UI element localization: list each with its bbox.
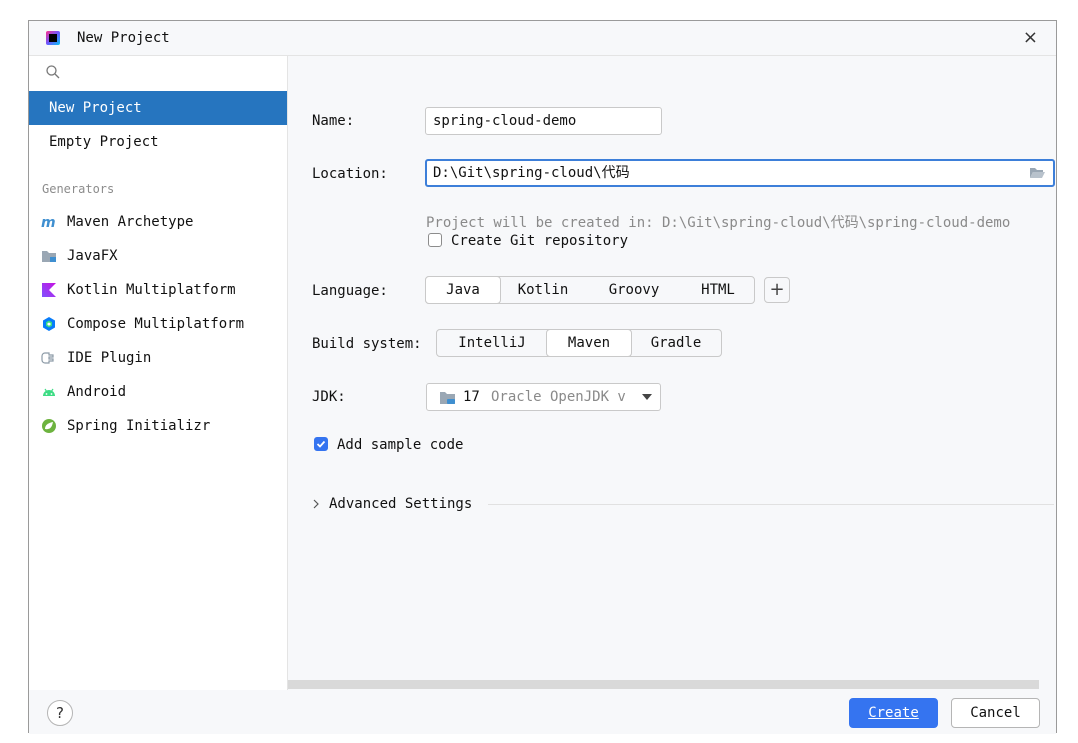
spring-icon xyxy=(42,419,56,433)
create-button-label: Create xyxy=(868,705,919,721)
sidebar-item-maven-archetype[interactable]: m Maven Archetype xyxy=(29,205,287,239)
sidebar-item-label: Spring Initializr xyxy=(67,418,211,434)
android-icon xyxy=(43,388,55,396)
add-language-button[interactable]: + xyxy=(764,277,790,303)
git-checkbox[interactable] xyxy=(428,233,442,247)
sidebar-item-label: Kotlin Multiplatform xyxy=(67,282,236,298)
browse-folder-icon[interactable] xyxy=(1029,166,1045,180)
horizontal-scrollbar[interactable] xyxy=(288,680,1039,689)
build-option-gradle[interactable]: Gradle xyxy=(631,330,721,356)
build-system-label: Build system: xyxy=(312,336,422,352)
sample-code-label: Add sample code xyxy=(337,437,464,453)
sidebar-item-javafx[interactable]: JavaFX xyxy=(29,239,287,273)
sidebar-item-spring-initializr[interactable]: Spring Initializr xyxy=(29,409,287,443)
jdk-version: 17 xyxy=(463,389,480,405)
language-label: Language: xyxy=(312,283,388,299)
sidebar-item-label: Empty Project xyxy=(49,134,159,150)
git-label: Create Git repository xyxy=(451,233,629,249)
build-system-selector: IntelliJ Maven Gradle xyxy=(436,329,722,357)
sidebar-item-label: New Project xyxy=(49,100,142,116)
compose-icon xyxy=(43,317,55,331)
advanced-divider xyxy=(488,504,1054,505)
cancel-button[interactable]: Cancel xyxy=(951,698,1040,728)
location-hint: Project will be created in: D:\Git\sprin… xyxy=(426,215,1011,231)
sidebar-item-label: JavaFX xyxy=(67,248,118,264)
jdk-name: Oracle OpenJDK v xyxy=(491,389,626,405)
close-button[interactable]: × xyxy=(1023,27,1038,48)
dialog-title: New Project xyxy=(77,30,170,46)
new-project-dialog: New Project × New Project Empty Project … xyxy=(28,20,1057,734)
location-input[interactable]: D:\Git\spring-cloud\代码 xyxy=(425,159,1055,187)
chevron-right-icon xyxy=(313,499,319,509)
help-button[interactable]: ? xyxy=(47,700,73,726)
jdk-label: JDK: xyxy=(312,389,346,405)
sidebar-item-label: Compose Multiplatform xyxy=(67,316,245,332)
advanced-settings-label: Advanced Settings xyxy=(329,496,473,512)
sidebar-item-label: Android xyxy=(67,384,127,400)
sample-code-checkbox[interactable] xyxy=(314,437,328,451)
location-value: D:\Git\spring-cloud\代码 xyxy=(433,165,630,181)
search-icon[interactable] xyxy=(45,64,61,80)
project-type-sidebar: New Project Empty Project Generators m M… xyxy=(29,56,288,690)
name-input[interactable]: spring-cloud-demo xyxy=(425,107,662,135)
dialog-footer: ? Create Cancel xyxy=(29,690,1056,734)
language-option-groovy[interactable]: Groovy xyxy=(586,277,682,303)
sidebar-item-kotlin-multiplatform[interactable]: Kotlin Multiplatform xyxy=(29,273,287,307)
intellij-app-icon xyxy=(46,31,60,45)
generators-header: Generators xyxy=(42,182,115,196)
build-option-intellij[interactable]: IntelliJ xyxy=(437,330,547,356)
maven-icon: m xyxy=(41,215,56,230)
sidebar-item-label: Maven Archetype xyxy=(67,214,194,230)
kotlin-icon xyxy=(42,283,56,297)
sidebar-item-label: IDE Plugin xyxy=(67,350,152,366)
sidebar-item-empty-project[interactable]: Empty Project xyxy=(29,125,287,159)
svg-text:m: m xyxy=(41,215,56,230)
jdk-dropdown[interactable]: 17 Oracle OpenJDK v xyxy=(426,383,661,411)
sidebar-item-compose-multiplatform[interactable]: Compose Multiplatform xyxy=(29,307,287,341)
chevron-down-icon xyxy=(642,394,652,400)
sidebar-item-ide-plugin[interactable]: IDE Plugin xyxy=(29,341,287,375)
jdk-folder-icon xyxy=(440,392,455,404)
checkmark-icon xyxy=(316,440,326,448)
sidebar-item-new-project[interactable]: New Project xyxy=(29,91,287,125)
language-option-kotlin[interactable]: Kotlin xyxy=(500,277,586,303)
location-label: Location: xyxy=(312,166,388,182)
project-settings-panel: Name: spring-cloud-demo Location: D:\Git… xyxy=(288,56,1056,690)
language-option-html[interactable]: HTML xyxy=(682,277,754,303)
language-option-java[interactable]: Java xyxy=(425,276,501,304)
name-label: Name: xyxy=(312,113,355,129)
plugin-icon xyxy=(41,352,54,364)
create-button[interactable]: Create xyxy=(849,698,938,728)
folder-icon xyxy=(42,251,56,262)
language-selector: Java Kotlin Groovy HTML xyxy=(425,276,755,304)
sidebar-item-android[interactable]: Android xyxy=(29,375,287,409)
build-option-maven[interactable]: Maven xyxy=(546,329,632,357)
title-bar: New Project × xyxy=(29,21,1056,56)
